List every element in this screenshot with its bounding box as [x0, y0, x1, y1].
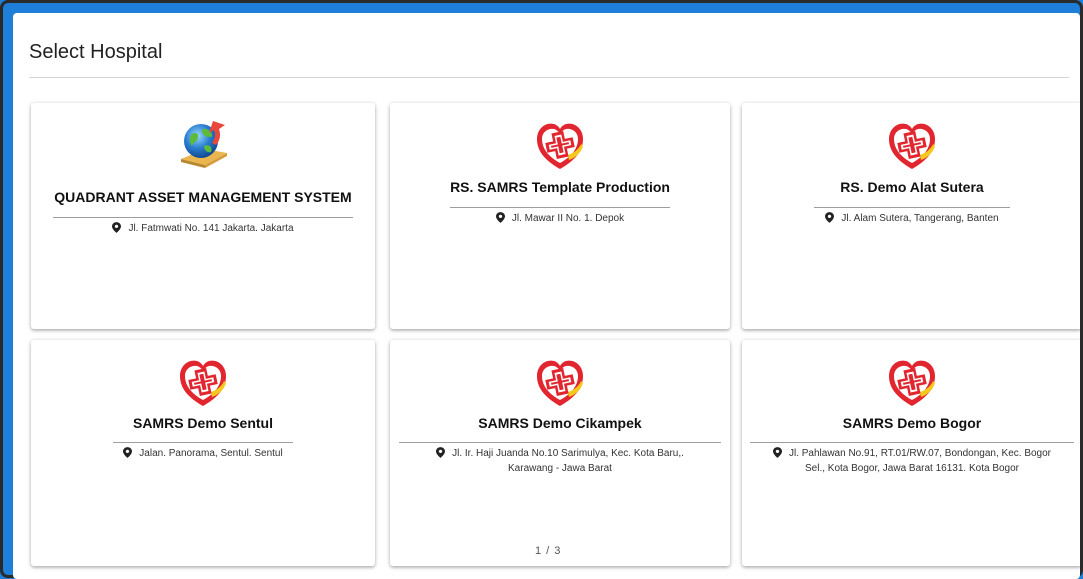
hospital-name: QUADRANT ASSET MANAGEMENT SYSTEM [54, 189, 352, 205]
select-hospital-panel: Select Hospital QUADRANT ASSET MANAGEMEN… [13, 13, 1080, 579]
hospital-address: Jl. Mawar II No. 1. Depok [400, 211, 720, 226]
hospital-card-samrs-template[interactable]: RS. SAMRS Template Production Jl. Mawar … [390, 103, 730, 329]
hospital-name: RS. SAMRS Template Production [450, 179, 670, 195]
hospital-name: SAMRS Demo Cikampek [478, 415, 642, 431]
hospital-address-text: Jl. Mawar II No. 1. Depok [511, 213, 625, 224]
location-pin-icon [825, 212, 834, 223]
hospital-name: SAMRS Demo Bogor [842, 415, 982, 431]
card-divider [450, 207, 670, 208]
hospital-address: Jalan. Panorama, Sentul. Sentul [41, 446, 365, 461]
hospital-address-text: Jl. Alam Sutera, Tangerang, Banten [841, 213, 999, 224]
hospital-address-text: Jl. Pahlawan No.91, RT.01/RW.07, Bondong… [788, 448, 1052, 459]
card-divider [113, 442, 293, 443]
hospital-card-quadrant[interactable]: QUADRANT ASSET MANAGEMENT SYSTEM Jl. Fat… [31, 103, 375, 329]
hospital-address: Jl. Ir. Haji Juanda No.10 Sarimulya, Kec… [396, 446, 724, 476]
app-frame: Select Hospital QUADRANT ASSET MANAGEMEN… [0, 0, 1083, 579]
hospital-name: SAMRS Demo Sentul [132, 415, 273, 431]
hospital-address-text: Jl. Fatmwati No. 141 Jakarta. Jakarta [128, 223, 294, 234]
location-pin-icon [436, 447, 445, 458]
location-pin-icon [773, 447, 782, 458]
hospital-address: Jl. Alam Sutera, Tangerang, Banten [752, 211, 1072, 226]
hospital-card-demo-cikampek[interactable]: SAMRS Demo Cikampek Jl. Ir. Haji Juanda … [390, 340, 730, 566]
hospital-address-line: Sel., Kota Bogor, Jawa Barat 16131. Kota… [804, 463, 1020, 474]
samrs-cross-logo-icon [884, 117, 940, 173]
samrs-cross-logo-icon [532, 117, 588, 173]
samrs-cross-logo-icon [884, 354, 940, 410]
hospital-card-demo-sentul[interactable]: SAMRS Demo Sentul Jalan. Panorama, Sentu… [31, 340, 375, 566]
hospital-card-demo-bogor[interactable]: SAMRS Demo Bogor Jl. Pahlawan No.91, RT.… [742, 340, 1080, 566]
hospital-address-line: Jl. Pahlawan No.91, RT.01/RW.07, Bondong… [746, 446, 1078, 461]
hospital-address: Jl. Fatmwati No. 141 Jakarta. Jakarta [41, 221, 365, 236]
hospital-card-demo-alat-sutera[interactable]: RS. Demo Alat Sutera Jl. Alam Sutera, Ta… [742, 103, 1080, 329]
hospital-address-text: Jl. Ir. Haji Juanda No.10 Sarimulya, Kec… [452, 448, 684, 459]
location-pin-icon [112, 222, 121, 233]
card-divider [750, 442, 1074, 443]
card-divider [399, 442, 721, 443]
card-divider [53, 217, 353, 218]
page-title: Select Hospital [29, 41, 163, 63]
title-divider [29, 77, 1069, 78]
pagination-indicator: 1 / 3 [535, 545, 562, 557]
quadrant-globe-logo-icon [181, 121, 227, 168]
hospital-address-line: Jl. Ir. Haji Juanda No.10 Sarimulya, Kec… [396, 446, 724, 461]
samrs-cross-logo-icon [175, 354, 231, 410]
location-pin-icon [496, 212, 505, 223]
hospital-address-line: Karawang - Jawa Barat [508, 463, 612, 474]
hospital-address-text: Jalan. Panorama, Sentul. Sentul [139, 448, 283, 459]
hospital-address: Jl. Pahlawan No.91, RT.01/RW.07, Bondong… [746, 446, 1078, 476]
location-pin-icon [123, 447, 132, 458]
samrs-cross-logo-icon [532, 354, 588, 410]
card-divider [814, 207, 1010, 208]
hospital-name: RS. Demo Alat Sutera [840, 179, 984, 195]
